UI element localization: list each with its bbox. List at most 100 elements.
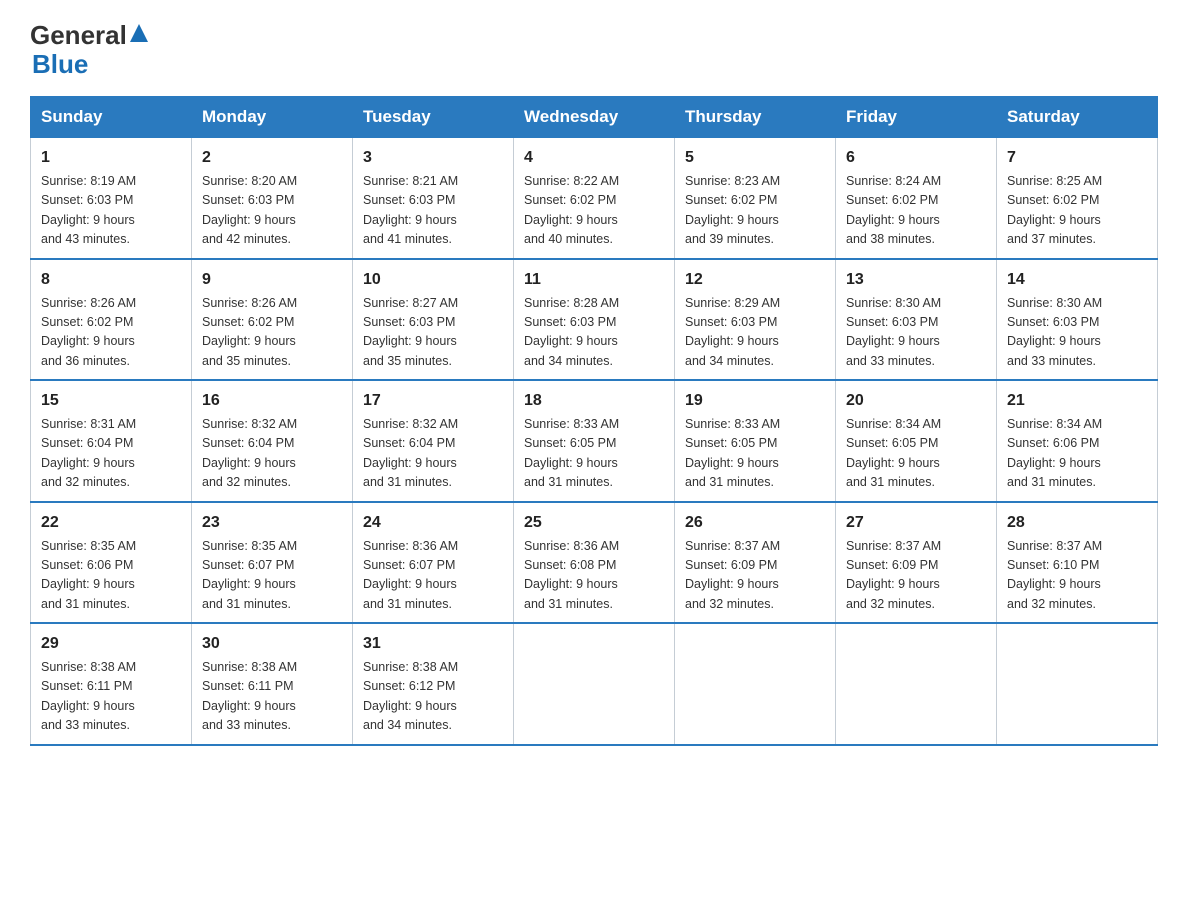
week-row-2: 8Sunrise: 8:26 AMSunset: 6:02 PMDaylight…: [31, 259, 1158, 381]
day-number: 8: [41, 268, 181, 292]
day-info: Sunrise: 8:36 AMSunset: 6:08 PMDaylight:…: [524, 537, 664, 615]
day-cell: 8Sunrise: 8:26 AMSunset: 6:02 PMDaylight…: [31, 259, 192, 381]
day-cell: 22Sunrise: 8:35 AMSunset: 6:06 PMDayligh…: [31, 502, 192, 624]
day-cell: 1Sunrise: 8:19 AMSunset: 6:03 PMDaylight…: [31, 138, 192, 259]
day-cell: 2Sunrise: 8:20 AMSunset: 6:03 PMDaylight…: [192, 138, 353, 259]
day-info: Sunrise: 8:26 AMSunset: 6:02 PMDaylight:…: [202, 294, 342, 372]
day-number: 30: [202, 632, 342, 656]
day-info: Sunrise: 8:22 AMSunset: 6:02 PMDaylight:…: [524, 172, 664, 250]
day-number: 23: [202, 511, 342, 535]
day-info: Sunrise: 8:24 AMSunset: 6:02 PMDaylight:…: [846, 172, 986, 250]
weekday-header-tuesday: Tuesday: [353, 97, 514, 138]
day-cell: 29Sunrise: 8:38 AMSunset: 6:11 PMDayligh…: [31, 623, 192, 745]
day-number: 15: [41, 389, 181, 413]
day-number: 24: [363, 511, 503, 535]
day-cell: 25Sunrise: 8:36 AMSunset: 6:08 PMDayligh…: [514, 502, 675, 624]
day-number: 26: [685, 511, 825, 535]
day-info: Sunrise: 8:23 AMSunset: 6:02 PMDaylight:…: [685, 172, 825, 250]
day-info: Sunrise: 8:37 AMSunset: 6:10 PMDaylight:…: [1007, 537, 1147, 615]
week-row-5: 29Sunrise: 8:38 AMSunset: 6:11 PMDayligh…: [31, 623, 1158, 745]
day-number: 29: [41, 632, 181, 656]
day-cell: 28Sunrise: 8:37 AMSunset: 6:10 PMDayligh…: [997, 502, 1158, 624]
day-cell: 21Sunrise: 8:34 AMSunset: 6:06 PMDayligh…: [997, 380, 1158, 502]
day-cell: 16Sunrise: 8:32 AMSunset: 6:04 PMDayligh…: [192, 380, 353, 502]
weekday-header-friday: Friday: [836, 97, 997, 138]
weekday-header-row: SundayMondayTuesdayWednesdayThursdayFrid…: [31, 97, 1158, 138]
day-cell: 4Sunrise: 8:22 AMSunset: 6:02 PMDaylight…: [514, 138, 675, 259]
day-info: Sunrise: 8:36 AMSunset: 6:07 PMDaylight:…: [363, 537, 503, 615]
day-number: 22: [41, 511, 181, 535]
day-info: Sunrise: 8:29 AMSunset: 6:03 PMDaylight:…: [685, 294, 825, 372]
weekday-header-saturday: Saturday: [997, 97, 1158, 138]
day-info: Sunrise: 8:30 AMSunset: 6:03 PMDaylight:…: [1007, 294, 1147, 372]
day-number: 2: [202, 146, 342, 170]
day-info: Sunrise: 8:30 AMSunset: 6:03 PMDaylight:…: [846, 294, 986, 372]
day-info: Sunrise: 8:34 AMSunset: 6:05 PMDaylight:…: [846, 415, 986, 493]
day-info: Sunrise: 8:38 AMSunset: 6:11 PMDaylight:…: [202, 658, 342, 736]
day-number: 20: [846, 389, 986, 413]
day-info: Sunrise: 8:38 AMSunset: 6:11 PMDaylight:…: [41, 658, 181, 736]
day-number: 28: [1007, 511, 1147, 535]
day-cell: 20Sunrise: 8:34 AMSunset: 6:05 PMDayligh…: [836, 380, 997, 502]
logo-general-text: General: [30, 20, 127, 51]
day-number: 5: [685, 146, 825, 170]
day-cell: 23Sunrise: 8:35 AMSunset: 6:07 PMDayligh…: [192, 502, 353, 624]
day-info: Sunrise: 8:33 AMSunset: 6:05 PMDaylight:…: [524, 415, 664, 493]
weekday-header-wednesday: Wednesday: [514, 97, 675, 138]
day-cell: 5Sunrise: 8:23 AMSunset: 6:02 PMDaylight…: [675, 138, 836, 259]
day-number: 25: [524, 511, 664, 535]
page-header: General Blue: [30, 20, 1158, 80]
day-info: Sunrise: 8:32 AMSunset: 6:04 PMDaylight:…: [363, 415, 503, 493]
day-cell: [514, 623, 675, 745]
day-info: Sunrise: 8:37 AMSunset: 6:09 PMDaylight:…: [685, 537, 825, 615]
logo-blue-text: Blue: [30, 49, 88, 80]
weekday-header-thursday: Thursday: [675, 97, 836, 138]
day-info: Sunrise: 8:38 AMSunset: 6:12 PMDaylight:…: [363, 658, 503, 736]
day-cell: 17Sunrise: 8:32 AMSunset: 6:04 PMDayligh…: [353, 380, 514, 502]
day-info: Sunrise: 8:34 AMSunset: 6:06 PMDaylight:…: [1007, 415, 1147, 493]
day-number: 4: [524, 146, 664, 170]
day-number: 9: [202, 268, 342, 292]
day-info: Sunrise: 8:20 AMSunset: 6:03 PMDaylight:…: [202, 172, 342, 250]
day-info: Sunrise: 8:21 AMSunset: 6:03 PMDaylight:…: [363, 172, 503, 250]
logo: General Blue: [30, 20, 148, 80]
weekday-header-sunday: Sunday: [31, 97, 192, 138]
day-cell: 10Sunrise: 8:27 AMSunset: 6:03 PMDayligh…: [353, 259, 514, 381]
day-cell: 18Sunrise: 8:33 AMSunset: 6:05 PMDayligh…: [514, 380, 675, 502]
day-number: 21: [1007, 389, 1147, 413]
day-number: 3: [363, 146, 503, 170]
day-cell: 27Sunrise: 8:37 AMSunset: 6:09 PMDayligh…: [836, 502, 997, 624]
day-number: 1: [41, 146, 181, 170]
day-cell: 7Sunrise: 8:25 AMSunset: 6:02 PMDaylight…: [997, 138, 1158, 259]
day-cell: 3Sunrise: 8:21 AMSunset: 6:03 PMDaylight…: [353, 138, 514, 259]
day-cell: 6Sunrise: 8:24 AMSunset: 6:02 PMDaylight…: [836, 138, 997, 259]
week-row-1: 1Sunrise: 8:19 AMSunset: 6:03 PMDaylight…: [31, 138, 1158, 259]
day-cell: [675, 623, 836, 745]
day-cell: 11Sunrise: 8:28 AMSunset: 6:03 PMDayligh…: [514, 259, 675, 381]
day-cell: 12Sunrise: 8:29 AMSunset: 6:03 PMDayligh…: [675, 259, 836, 381]
week-row-3: 15Sunrise: 8:31 AMSunset: 6:04 PMDayligh…: [31, 380, 1158, 502]
day-info: Sunrise: 8:33 AMSunset: 6:05 PMDaylight:…: [685, 415, 825, 493]
day-number: 19: [685, 389, 825, 413]
day-cell: 31Sunrise: 8:38 AMSunset: 6:12 PMDayligh…: [353, 623, 514, 745]
day-info: Sunrise: 8:26 AMSunset: 6:02 PMDaylight:…: [41, 294, 181, 372]
day-number: 6: [846, 146, 986, 170]
day-number: 13: [846, 268, 986, 292]
day-cell: 26Sunrise: 8:37 AMSunset: 6:09 PMDayligh…: [675, 502, 836, 624]
day-cell: 30Sunrise: 8:38 AMSunset: 6:11 PMDayligh…: [192, 623, 353, 745]
day-number: 16: [202, 389, 342, 413]
day-cell: 14Sunrise: 8:30 AMSunset: 6:03 PMDayligh…: [997, 259, 1158, 381]
day-number: 12: [685, 268, 825, 292]
day-info: Sunrise: 8:28 AMSunset: 6:03 PMDaylight:…: [524, 294, 664, 372]
day-cell: 24Sunrise: 8:36 AMSunset: 6:07 PMDayligh…: [353, 502, 514, 624]
day-number: 10: [363, 268, 503, 292]
day-number: 18: [524, 389, 664, 413]
week-row-4: 22Sunrise: 8:35 AMSunset: 6:06 PMDayligh…: [31, 502, 1158, 624]
day-info: Sunrise: 8:27 AMSunset: 6:03 PMDaylight:…: [363, 294, 503, 372]
day-number: 27: [846, 511, 986, 535]
day-info: Sunrise: 8:37 AMSunset: 6:09 PMDaylight:…: [846, 537, 986, 615]
day-info: Sunrise: 8:35 AMSunset: 6:07 PMDaylight:…: [202, 537, 342, 615]
day-cell: 13Sunrise: 8:30 AMSunset: 6:03 PMDayligh…: [836, 259, 997, 381]
weekday-header-monday: Monday: [192, 97, 353, 138]
day-cell: [997, 623, 1158, 745]
